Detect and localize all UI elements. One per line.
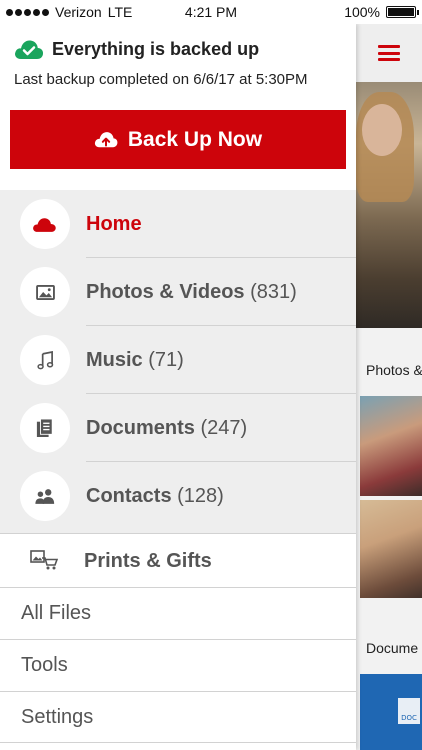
menu-label-documents: Documents (247): [86, 417, 248, 439]
photos-section-label: Photos &: [366, 362, 422, 378]
prints-gifts-label: Prints & Gifts: [84, 550, 212, 572]
contacts-icon: [20, 471, 70, 521]
back-up-now-button[interactable]: Back Up Now: [10, 110, 346, 169]
status-bar: Verizon LTE 4:21 PM 100%: [0, 0, 422, 24]
menu-item-settings[interactable]: Settings: [0, 691, 356, 743]
music-note-icon: [20, 335, 70, 385]
secondary-menu: Prints & Gifts All Files Tools Settings: [0, 533, 356, 743]
menu-item-contacts[interactable]: Contacts (128): [0, 462, 356, 530]
tools-label: Tools: [21, 654, 68, 676]
menu-item-prints-gifts[interactable]: Prints & Gifts: [0, 533, 356, 587]
settings-label: Settings: [21, 706, 94, 728]
photo-thumbnail[interactable]: [360, 396, 422, 496]
back-up-now-label: Back Up Now: [127, 127, 263, 151]
all-files-label: All Files: [21, 602, 92, 624]
photo-thumbnail[interactable]: [360, 500, 422, 598]
menu-item-documents[interactable]: Documents (247): [0, 394, 356, 462]
menu-item-music[interactable]: Music (71): [0, 326, 356, 394]
document-thumbnail[interactable]: DOC: [360, 674, 422, 750]
navigation-drawer: Everything is backed up Last backup comp…: [0, 24, 356, 750]
menu-item-home[interactable]: Home: [0, 190, 356, 258]
menu-item-all-files[interactable]: All Files: [0, 587, 356, 639]
hamburger-menu-icon[interactable]: [378, 45, 400, 61]
drawer-menu: Home Photos & Videos (831) Music (71) Do…: [0, 190, 356, 533]
documents-icon: [20, 403, 70, 453]
menu-item-photos-videos[interactable]: Photos & Videos (831): [0, 258, 356, 326]
menu-label-photos-videos: Photos & Videos (831): [86, 281, 297, 303]
last-backup-text: Last backup completed on 6/6/17 at 5:30P…: [14, 71, 308, 88]
hero-photo: [356, 82, 422, 328]
battery-info: 100%: [344, 4, 419, 20]
background-app: Photos & Docume DOC: [356, 24, 422, 750]
cloud-icon: [20, 199, 70, 249]
menu-label-home: Home: [86, 213, 142, 235]
backup-status-title: Everything is backed up: [52, 38, 260, 59]
battery-icon: [386, 6, 419, 18]
menu-label-contacts: Contacts (128): [86, 485, 224, 507]
cloud-check-icon: [15, 40, 44, 59]
prints-cart-icon: [30, 550, 58, 570]
cloud-upload-icon: [94, 131, 118, 147]
doc-file-icon: DOC: [398, 698, 420, 724]
documents-section-label: Docume: [366, 640, 419, 656]
app-header: [356, 24, 422, 82]
menu-item-tools[interactable]: Tools: [0, 639, 356, 691]
backup-status: Everything is backed up: [14, 38, 259, 60]
menu-label-music: Music (71): [86, 349, 184, 371]
photo-icon: [20, 267, 70, 317]
battery-percent: 100%: [344, 4, 380, 20]
